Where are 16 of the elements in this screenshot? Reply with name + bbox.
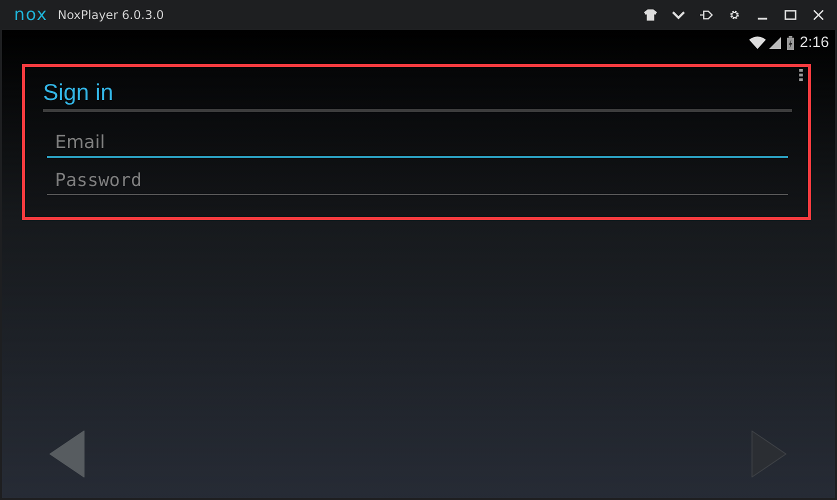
pin-icon[interactable] (700, 9, 713, 21)
battery-icon (786, 36, 794, 50)
chevron-down-icon[interactable] (672, 9, 685, 21)
app-logo: nox (14, 6, 48, 24)
wifi-icon (748, 36, 766, 49)
window-title: NoxPlayer 6.0.3.0 (58, 8, 164, 22)
input-field[interactable]: Password (47, 166, 788, 195)
close-icon[interactable] (812, 9, 825, 21)
input-field[interactable]: Email (47, 128, 788, 158)
shirt-icon[interactable] (644, 9, 657, 21)
signal-icon (768, 36, 781, 48)
dialog-title: Sign in (43, 79, 114, 106)
maximize-icon[interactable] (784, 9, 797, 21)
overflow-menu-icon[interactable] (799, 69, 803, 82)
settings-icon[interactable] (728, 9, 741, 21)
clock-time: 2:16 (800, 34, 829, 51)
